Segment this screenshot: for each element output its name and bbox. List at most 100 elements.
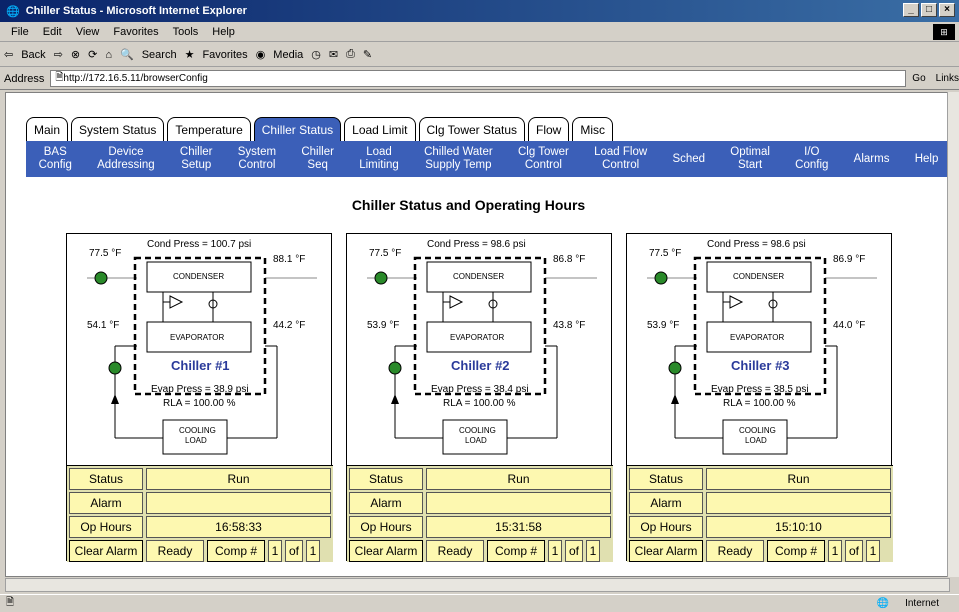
status-value: Run [706,468,891,490]
media-icon[interactable]: ◉ [256,48,266,61]
nav-clg-tower-control[interactable]: Clg Tower Control [518,146,569,172]
cond-press: Cond Press = 100.7 psi [147,239,252,250]
cond-press: Cond Press = 98.6 psi [427,239,526,250]
menu-edit[interactable]: Edit [43,26,62,38]
status-label: Status [629,468,703,490]
tab-load-limit[interactable]: Load Limit [344,117,416,142]
status-value: Run [146,468,331,490]
nav-sched[interactable]: Sched [672,153,705,166]
rla: RLA = 100.00 % [443,398,516,409]
favorites-button[interactable]: Favorites [202,49,247,61]
vertical-scrollbar[interactable] [947,92,959,577]
nav-device-addressing[interactable]: Device Addressing [97,146,155,172]
page-done-icon: 🗎 [6,596,15,608]
refresh-icon[interactable]: ⟳ [88,48,97,61]
clear-alarm-button[interactable]: Clear Alarm [349,540,423,562]
tab-misc[interactable]: Misc [572,117,614,142]
menu-favorites[interactable]: Favorites [113,26,158,38]
edit-icon[interactable]: ✎ [363,48,372,61]
nav-help[interactable]: Help [915,153,939,166]
comp-button[interactable]: Comp # [767,540,825,562]
alarm-value [706,492,891,514]
chiller-panel-3: Cond Press = 98.6 psi 77.5 °F 86.9 °F CO… [626,233,893,562]
nav-chiller-setup[interactable]: Chiller Setup [180,146,213,172]
op-hours-label: Op Hours [629,516,703,538]
cond-out-temp: 86.9 °F [833,254,866,265]
links-button[interactable]: Links [936,73,959,84]
ready-value: Ready [706,540,764,562]
stop-icon[interactable]: ⊗ [71,48,80,61]
load-label: LOAD [185,436,207,445]
nav-load-limiting[interactable]: Load Limiting [359,146,399,172]
windows-logo-icon: ⊞ [933,24,955,40]
rla: RLA = 100.00 % [163,398,236,409]
menu-tools[interactable]: Tools [173,26,199,38]
chiller-diagram: Cond Press = 100.7 psi 77.5 °F 88.1 °F C… [67,234,333,466]
back-button[interactable]: Back [21,49,45,61]
search-button[interactable]: Search [142,49,177,61]
tab-flow[interactable]: Flow [528,117,570,142]
chiller-name: Chiller #1 [171,358,230,373]
alarm-label: Alarm [69,492,143,514]
nav-alarms[interactable]: Alarms [854,153,890,166]
evap-press: Evap Press = 38.5 psi [711,384,809,395]
mail-icon[interactable]: ✉ [329,48,338,61]
cond-out-temp: 88.1 °F [273,254,306,265]
evaporator-label: EVAPORATOR [730,333,785,342]
nav-io-config[interactable]: I/O Config [795,146,828,172]
load-label: LOAD [465,436,487,445]
maximize-button[interactable]: □ [921,3,937,17]
menu-bar: File Edit View Favorites Tools Help [0,22,959,42]
print-icon[interactable]: ⎙ [346,48,355,61]
menu-file[interactable]: File [11,26,29,38]
home-icon[interactable]: ⌂ [105,49,112,61]
clear-alarm-button[interactable]: Clear Alarm [629,540,703,562]
comp-number: 1 [548,540,562,562]
tab-temperature[interactable]: Temperature [167,117,251,142]
menu-help[interactable]: Help [212,26,235,38]
search-icon[interactable]: 🔍 [120,48,134,61]
back-icon[interactable]: ⇦ [4,48,13,61]
status-label: Status [69,468,143,490]
history-icon[interactable]: ◷ [311,48,321,61]
toolbar: ⇦ Back ⇨ ⊗ ⟳ ⌂ 🔍 Search ★ Favorites ◉ Me… [0,43,959,67]
nav-bas-config[interactable]: BAS Config [39,146,72,172]
media-button[interactable]: Media [273,49,303,61]
tab-chiller-status[interactable]: Chiller Status [253,117,342,142]
clear-alarm-button[interactable]: Clear Alarm [69,540,143,562]
op-hours-label: Op Hours [69,516,143,538]
comp-total: 1 [586,540,600,562]
chiller-diagram: Cond Press = 98.6 psi 77.5 °F 86.8 °F CO… [347,234,613,466]
nav-load-flow-control[interactable]: Load Flow Control [594,146,647,172]
zone-label: Internet [905,597,939,609]
comp-button[interactable]: Comp # [207,540,265,562]
chiller-panel-2: Cond Press = 98.6 psi 77.5 °F 86.8 °F CO… [346,233,613,562]
cond-press: Cond Press = 98.6 psi [707,239,806,250]
chiller-diagram: Cond Press = 98.6 psi 77.5 °F 86.9 °F CO… [627,234,893,466]
evap-out-temp: 44.2 °F [273,320,306,331]
close-button[interactable]: × [939,3,955,17]
evap-in-temp: 54.1 °F [87,320,120,331]
of-label: of [565,540,583,562]
nav-system-control[interactable]: System Control [238,146,276,172]
forward-icon[interactable]: ⇨ [54,48,63,61]
alarm-label: Alarm [349,492,423,514]
chiller-name: Chiller #2 [451,358,510,373]
nav-chilled-water-supply-temp[interactable]: Chilled Water Supply Temp [424,146,493,172]
horizontal-scrollbar[interactable] [5,578,950,592]
tab-main[interactable]: Main [26,117,69,142]
evap-press: Evap Press = 38.9 psi [151,384,249,395]
go-button[interactable]: Go [912,73,925,84]
menu-view[interactable]: View [76,26,100,38]
nav-chiller-seq[interactable]: Chiller Seq [301,146,334,172]
tab-clg-tower-status[interactable]: Clg Tower Status [418,117,526,142]
tab-system-status[interactable]: System Status [71,117,165,142]
address-input[interactable]: 🗎 http://172.16.5.11/browserConfig [50,70,907,87]
evap-in-temp: 53.9 °F [647,320,680,331]
chiller-panel-1: Cond Press = 100.7 psi 77.5 °F 88.1 °F C… [66,233,333,562]
minimize-button[interactable]: _ [903,3,919,17]
comp-button[interactable]: Comp # [487,540,545,562]
status-value: Run [426,468,611,490]
favorites-icon[interactable]: ★ [185,48,195,61]
nav-optimal-start[interactable]: Optimal Start [730,146,770,172]
